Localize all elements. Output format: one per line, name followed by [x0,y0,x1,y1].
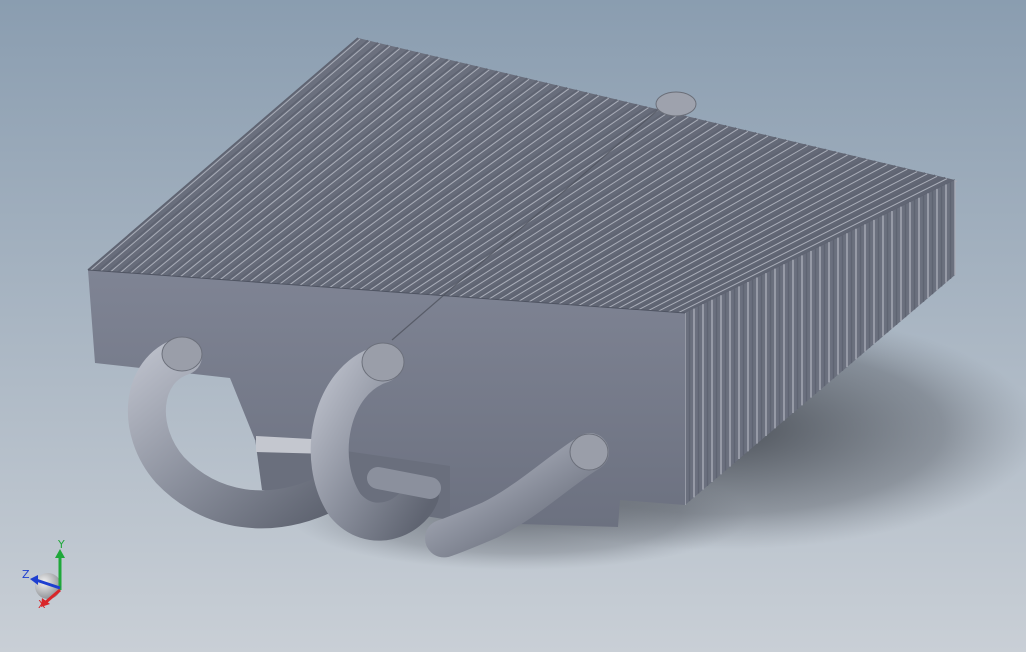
x-axis-label: X [38,598,46,611]
z-axis-label: Z [22,568,30,581]
3d-graphics-viewport[interactable]: Y Z X [0,0,1026,652]
y-axis-label: Y [57,538,65,551]
rear-pipe-end [655,91,697,117]
model-canvas[interactable]: Y Z X [0,0,1026,652]
